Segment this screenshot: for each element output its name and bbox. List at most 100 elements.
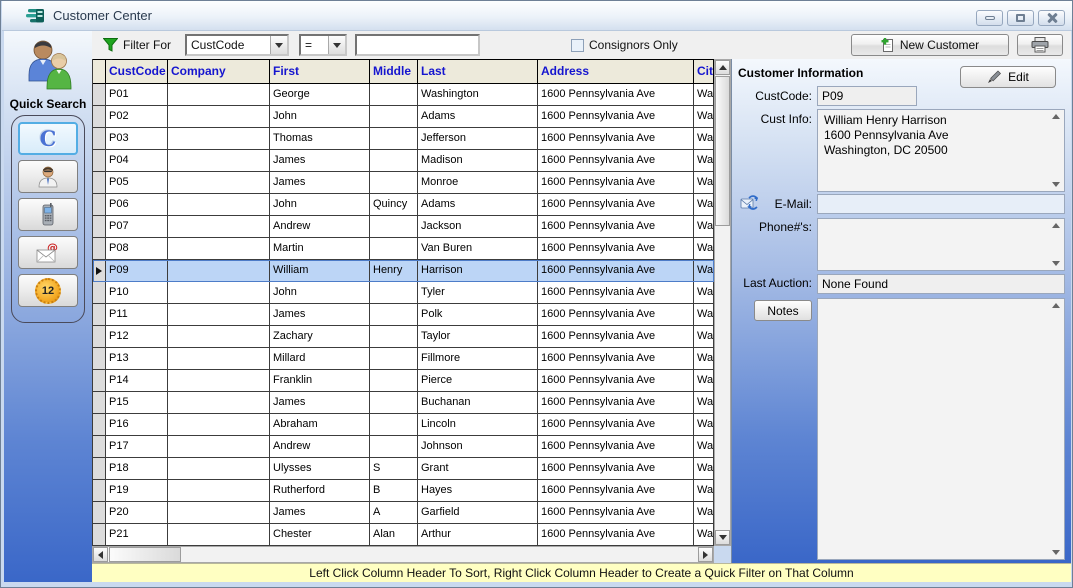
grid-cell[interactable]: 1600 Pennsylvania Ave [538, 326, 694, 348]
custinfo-box[interactable]: William Henry Harrison 1600 Pennsylvania… [817, 109, 1065, 192]
grid-cell[interactable]: Washington [694, 326, 714, 348]
grid-cell[interactable] [168, 106, 270, 128]
grid-cell[interactable]: Thomas [270, 128, 370, 150]
grid-cell[interactable]: P07 [106, 216, 168, 238]
grid-cell[interactable]: John [270, 282, 370, 304]
grid-cell[interactable]: Taylor [418, 326, 538, 348]
grid-cell[interactable]: P19 [106, 480, 168, 502]
consignors-only-option[interactable]: Consignors Only [571, 38, 678, 52]
grid-cell[interactable]: Fillmore [418, 348, 538, 370]
grid-cell[interactable]: Jackson [418, 216, 538, 238]
grid-cell[interactable]: P15 [106, 392, 168, 414]
restore-button[interactable] [1007, 10, 1034, 26]
grid-cell[interactable] [370, 348, 418, 370]
grid-cell[interactable]: Ulysses [270, 458, 370, 480]
grid-cell[interactable] [168, 238, 270, 260]
grid-cell[interactable]: 1600 Pennsylvania Ave [538, 436, 694, 458]
email-field[interactable] [817, 194, 1065, 214]
grid-cell[interactable] [370, 238, 418, 260]
grid-cell[interactable]: Martin [270, 238, 370, 260]
table-row-p08[interactable]: P08MartinVan Buren1600 Pennsylvania AveW… [93, 238, 714, 260]
grid-cell[interactable]: P03 [106, 128, 168, 150]
grid-cell[interactable] [168, 370, 270, 392]
edit-button[interactable]: Edit [960, 66, 1056, 88]
grid-cell[interactable]: Washington [694, 304, 714, 326]
grid-cell[interactable] [168, 392, 270, 414]
grid-cell[interactable] [370, 172, 418, 194]
grid-cell[interactable]: Washington [694, 194, 714, 216]
grid-cell[interactable]: Monroe [418, 172, 538, 194]
grid-cell[interactable]: P05 [106, 172, 168, 194]
table-row-p18[interactable]: P18UlyssesSGrant1600 Pennsylvania AveWas… [93, 458, 714, 480]
grid-cell[interactable]: Quincy [370, 194, 418, 216]
grid-cell[interactable]: Grant [418, 458, 538, 480]
grid-cell[interactable] [168, 128, 270, 150]
filter-field-combobox[interactable]: CustCode [185, 34, 289, 56]
scroll-right-button[interactable] [698, 547, 713, 562]
grid-cell[interactable]: James [270, 172, 370, 194]
grid-cell[interactable]: William [270, 260, 370, 282]
grid-cell[interactable]: 1600 Pennsylvania Ave [538, 106, 694, 128]
grid-cell[interactable]: 1600 Pennsylvania Ave [538, 414, 694, 436]
grid-cell[interactable]: Washington [694, 458, 714, 480]
quick-search-phone-button[interactable] [18, 198, 78, 231]
grid-cell[interactable]: 1600 Pennsylvania Ave [538, 304, 694, 326]
table-row-p15[interactable]: P15JamesBuchanan1600 Pennsylvania AveWas… [93, 392, 714, 414]
grid-cell[interactable]: Adams [418, 194, 538, 216]
grid-cell[interactable]: 1600 Pennsylvania Ave [538, 238, 694, 260]
print-button[interactable] [1017, 34, 1063, 56]
grid-cell[interactable]: Andrew [270, 436, 370, 458]
table-row-p14[interactable]: P14FranklinPierce1600 Pennsylvania AveWa… [93, 370, 714, 392]
table-row-p17[interactable]: P17AndrewJohnson1600 Pennsylvania AveWas… [93, 436, 714, 458]
grid-cell[interactable]: S [370, 458, 418, 480]
table-row-p12[interactable]: P12ZacharyTaylor1600 Pennsylvania AveWas… [93, 326, 714, 348]
grid-cell[interactable] [168, 502, 270, 524]
table-row-p07[interactable]: P07AndrewJackson1600 Pennsylvania AveWas… [93, 216, 714, 238]
filter-field-drop-button[interactable] [270, 36, 287, 54]
filter-operator-combobox[interactable]: = [299, 34, 347, 56]
grid-cell[interactable]: P08 [106, 238, 168, 260]
grid-cell[interactable]: Garfield [418, 502, 538, 524]
grid-cell[interactable] [168, 304, 270, 326]
grid-cell[interactable]: Harrison [418, 260, 538, 282]
grid-cell[interactable] [370, 128, 418, 150]
grid-cell[interactable]: P12 [106, 326, 168, 348]
grid-cell[interactable]: James [270, 392, 370, 414]
grid-cell[interactable]: John [270, 106, 370, 128]
horizontal-scroll-thumb[interactable] [109, 547, 181, 562]
grid-cell[interactable] [370, 392, 418, 414]
grid-cell[interactable]: P18 [106, 458, 168, 480]
grid-cell[interactable]: 1600 Pennsylvania Ave [538, 172, 694, 194]
grid-cell[interactable]: Washington [694, 84, 714, 106]
grid-cell[interactable]: Abraham [270, 414, 370, 436]
grid-cell[interactable]: Washington [694, 414, 714, 436]
table-row-p16[interactable]: P16 Abraham Lincoln1600 Pennsylvania AveWa… [93, 414, 714, 436]
grid-cell[interactable]: P06 [106, 194, 168, 216]
table-row-p19[interactable]: P19RutherfordBHayes1600 Pennsylvania Ave… [93, 480, 714, 502]
grid-cell[interactable]: Washington [694, 502, 714, 524]
grid-cell[interactable]: Madison [418, 150, 538, 172]
grid-cell[interactable] [370, 326, 418, 348]
phones-box[interactable] [817, 218, 1065, 271]
grid-cell[interactable]: 1600 Pennsylvania Ave [538, 260, 694, 282]
grid-cell[interactable]: 1600 Pennsylvania Ave [538, 216, 694, 238]
grid-cell[interactable]: Lincoln [418, 414, 538, 436]
grid-cell[interactable] [370, 84, 418, 106]
grid-cell[interactable]: P02 [106, 106, 168, 128]
scroll-up-icon[interactable] [1052, 223, 1060, 228]
grid-cell[interactable]: P21 [106, 524, 168, 546]
grid-cell[interactable]: 1600 Pennsylvania Ave [538, 502, 694, 524]
grid-cell[interactable] [168, 172, 270, 194]
grid-cell[interactable] [370, 304, 418, 326]
grid-cell[interactable]: 1600 Pennsylvania Ave [538, 194, 694, 216]
grid-cell[interactable] [168, 282, 270, 304]
grid-cell[interactable]: Washington [418, 84, 538, 106]
grid-cell[interactable]: Washington [694, 260, 714, 282]
grid-cell[interactable]: Washington [694, 172, 714, 194]
grid-cell[interactable]: 1600 Pennsylvania Ave [538, 392, 694, 414]
grid-cell[interactable]: P14 [106, 370, 168, 392]
grid-cell[interactable]: P16 [106, 414, 168, 436]
table-row-p03[interactable]: P03ThomasJefferson1600 Pennsylvania AveW… [93, 128, 714, 150]
grid-cell[interactable]: 1600 Pennsylvania Ave [538, 128, 694, 150]
table-row-p11[interactable]: P11JamesPolk1600 Pennsylvania AveWashing… [93, 304, 714, 326]
